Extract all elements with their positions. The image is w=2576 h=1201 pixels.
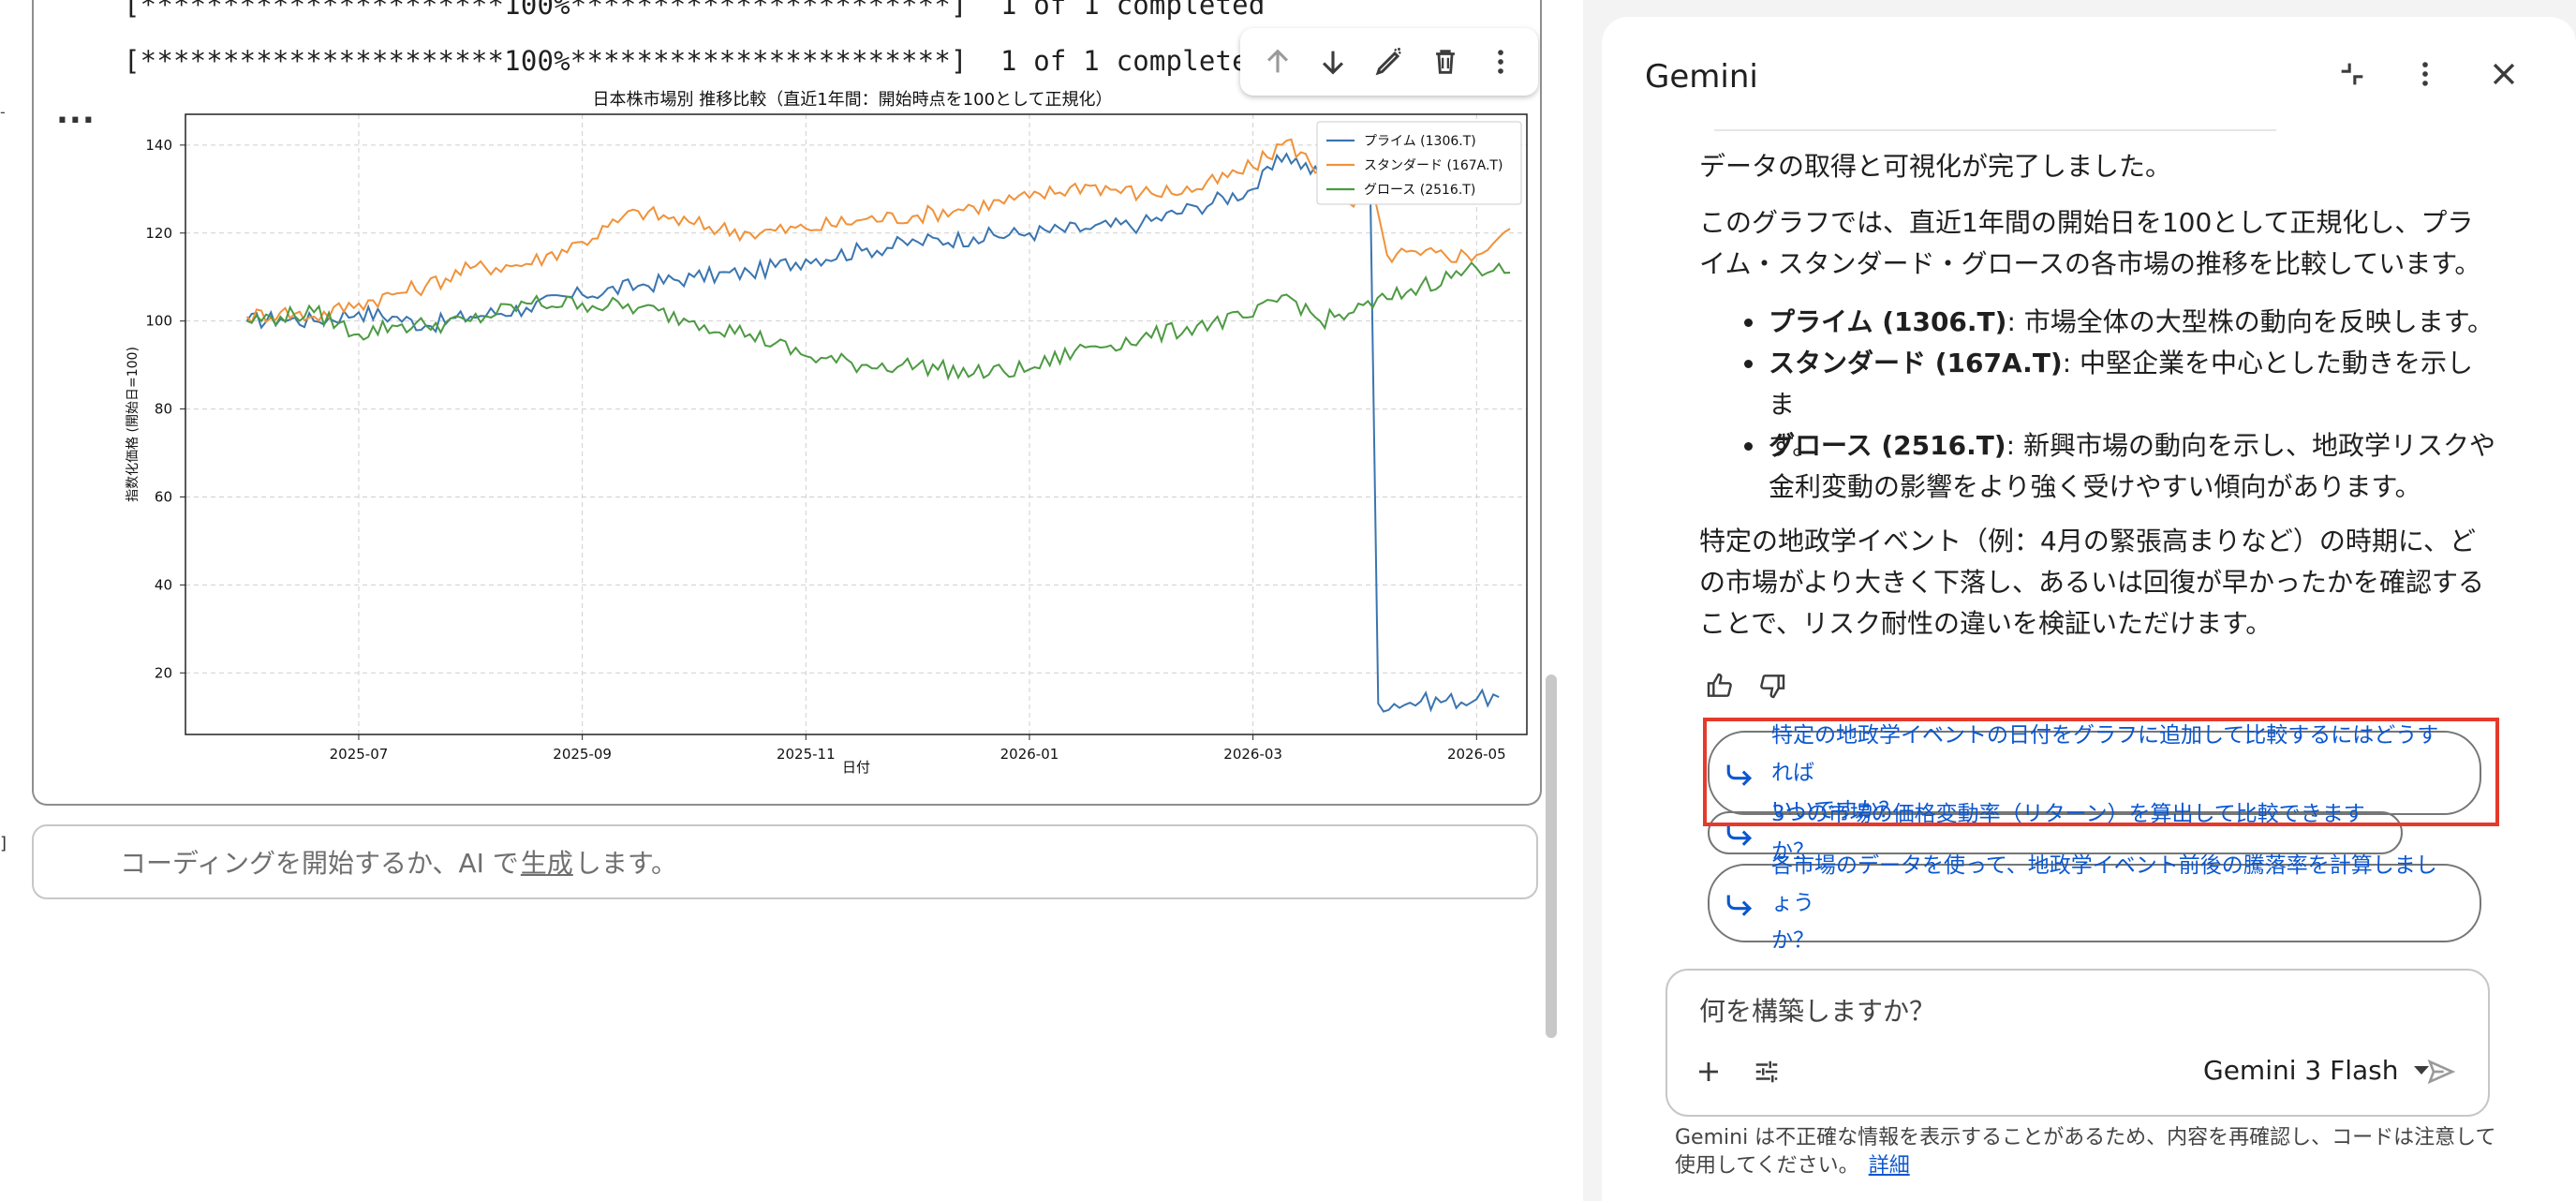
generate-link[interactable]: 生成 [521,843,573,881]
chart-legend: プライム (1306.T) スタンダード (167A.T) グロース (2516.T… [1316,121,1522,205]
bullet-term: グロース (2516.T) [1769,430,2006,461]
y-tick-label: 120 [145,225,172,242]
disclaimer-text: 使用してください。 [1675,1154,1859,1178]
plus-icon [1699,1062,1718,1081]
code-start-input[interactable]: コーディングを開始するか、AI で 生成 します。 [32,824,1538,899]
y-tick-label: 40 [155,576,172,593]
arrow-up-icon [1266,49,1288,73]
message-paragraph: このグラフでは、直近1年間の開始日を100として正規化し、プラ イム・スタンダー… [1699,202,2495,285]
model-selector[interactable]: Gemini 3 Flash [2203,1055,2431,1086]
more-vert-icon [2422,62,2428,86]
gutter-mark: ] [0,834,7,853]
collapse-icon [2341,63,2363,85]
legend-entry: プライム (1306.T) [1364,134,1476,149]
thumbs-down-button[interactable] [1752,665,1793,706]
plot-frame [185,113,1528,735]
edit-icon [1375,48,1401,76]
bullet-term: プライム (1306.T) [1769,306,2007,337]
thumbs-up-icon [1707,673,1732,697]
legend-entry: スタンダード (167A.T) [1364,158,1503,173]
move-up-button[interactable] [1254,38,1301,85]
message-line: の市場がより大きく下落し、あるいは回復が早かったかを確認する [1699,567,2485,598]
message-intro: データの取得と可視化が完了しました。 [1699,151,2172,182]
download-progress-line: [**********************100%*************… [124,0,1266,21]
code-input-suffix: します。 [574,848,678,879]
bullet-dot [1744,442,1753,451]
chart-svg: 日本株市場別 推移比較（直近1年間：開始時点を100として正規化） 20 40 60… [126,90,1528,776]
x-tick-label: 2025-11 [777,746,836,763]
prompt-placeholder[interactable]: 何を構築しますか？ [1699,991,1935,1029]
suggestion-text: 各市場のデータを使って、地政学イベント前後の騰落率を計算しましょうか？ [1771,847,2453,959]
send-button[interactable] [2421,1051,2462,1092]
y-tick-label: 60 [155,488,172,505]
code-input-prefix: コーディングを開始するか、AI で [120,848,519,879]
close-icon [2493,63,2515,85]
x-tick-label: 2026-03 [1223,746,1282,763]
notebook-scrollbar[interactable] [1546,675,1557,1038]
panel-more-button[interactable] [2400,49,2450,99]
bullet-dot [1744,319,1753,327]
suggestion-line: か？ [1771,928,1814,953]
x-tick-label: 2026-05 [1447,746,1506,763]
thumbs-down-icon [1760,675,1785,699]
collapse-panel-button[interactable] [2327,49,2377,99]
details-link[interactable]: 詳細 [1869,1154,1910,1178]
chart-title: 日本株市場別 推移比較（直近1年間：開始時点を100として正規化） [593,90,1113,110]
x-axis-label: 日付 [842,759,870,776]
suggestion-line: 各市場のデータを使って、地政学イベント前後の騰落率を計算しましょう [1771,853,2437,915]
y-tick-label: 80 [155,401,172,418]
bullet-term: スタンダード (167A.T) [1769,348,2063,378]
y-axis-label: 指数化価格 (開始日=100) [126,347,141,502]
gemini-panel: Gemini データの取得と可視化が完了しました。 このグラフでは、直近1年間の… [1602,17,2576,1201]
chart-series [245,138,1511,713]
bullet-text: : 市場全体の大型株の動向を反映します。 [2006,306,2494,337]
arrow-down-icon [1323,51,1344,75]
edit-button[interactable] [1366,38,1413,85]
chart-ticks: 20 40 60 80 100 120 140 2025-07 2025-09 2025-11 20… [145,137,1505,763]
x-tick-label: 2026-01 [1000,746,1059,763]
legend-entry: グロース (2516.T) [1364,183,1475,198]
more-options-button[interactable] [1477,38,1524,85]
delete-button[interactable] [1422,38,1469,85]
close-panel-button[interactable] [2479,49,2529,99]
suggestion-chip[interactable]: 各市場のデータを使って、地政学イベント前後の騰落率を計算しましょうか？ [1708,853,2481,953]
model-name: Gemini 3 Flash [2203,1055,2399,1086]
add-button[interactable] [1688,1051,1729,1092]
message-line: 特定の地政学イベント（例：4月の緊張高まりなど）の時期に、ど [1699,526,2476,556]
send-icon [2427,1059,2456,1085]
y-tick-label: 100 [145,313,172,330]
bullet-text: : 新興市場の動向を示し、地政学リスクや [2006,430,2495,461]
download-progress-line: [**********************100%*************… [124,45,1266,77]
message-paragraph: 特定の地政学イベント（例：4月の緊張高まりなど）の時期に、ど の市場がより大きく… [1699,521,2495,645]
message-line: イム・スタンダード・グロースの各市場の推移を比較しています。 [1699,248,2481,279]
bullet-growth: グロース (2516.T): 新興市場の動向を示し、地政学リスクや金利変動の影響… [1699,425,2495,508]
y-tick-label: 140 [145,137,172,154]
tools-button[interactable] [1746,1051,1787,1092]
chart-grid [185,114,1527,734]
bullet-prime: プライム (1306.T): 市場全体の大型株の動向を反映します。 [1699,302,2495,343]
message-divider [1714,129,2276,131]
suggestion-highlight-box [1703,718,2499,826]
more-vert-icon [1498,50,1504,74]
gutter-mark: - [0,103,6,121]
reply-arrow-icon [1726,895,1753,916]
y-tick-label: 20 [155,664,172,681]
series-line [245,152,1500,713]
delete-icon [1435,50,1455,74]
line-chart: 日本株市場別 推移比較（直近1年間：開始時点を100として正規化） 20 40 60… [84,82,1546,794]
tune-icon [1755,1060,1778,1083]
notebook-area: - [**********************100%***********… [0,0,1592,1201]
message-line: ことで、リスク耐性の違いを検証いただけます。 [1699,608,2273,639]
disclaimer-text: Gemini は不正確な情報を表示することがあるため、内容を再確認し、コードは注… [1675,1126,2496,1149]
bullet-dot [1744,360,1753,368]
move-down-button[interactable] [1310,38,1356,85]
bullet-text: 金利変動の影響をより強く受けやすい傾向があります。 [1769,471,2421,502]
panel-title: Gemini [1645,58,1758,96]
x-tick-label: 2025-07 [330,746,389,763]
message-line: このグラフでは、直近1年間の開始日を100として正規化し、プラ [1699,207,2474,238]
disclaimer: Gemini は不正確な情報を表示することがあるため、内容を再確認し、コードは注… [1675,1124,2509,1180]
prompt-input-box[interactable]: 何を構築しますか？ Gemini 3 Flash [1666,969,2490,1117]
x-tick-label: 2025-09 [553,746,612,763]
thumbs-up-button[interactable] [1699,665,1740,706]
